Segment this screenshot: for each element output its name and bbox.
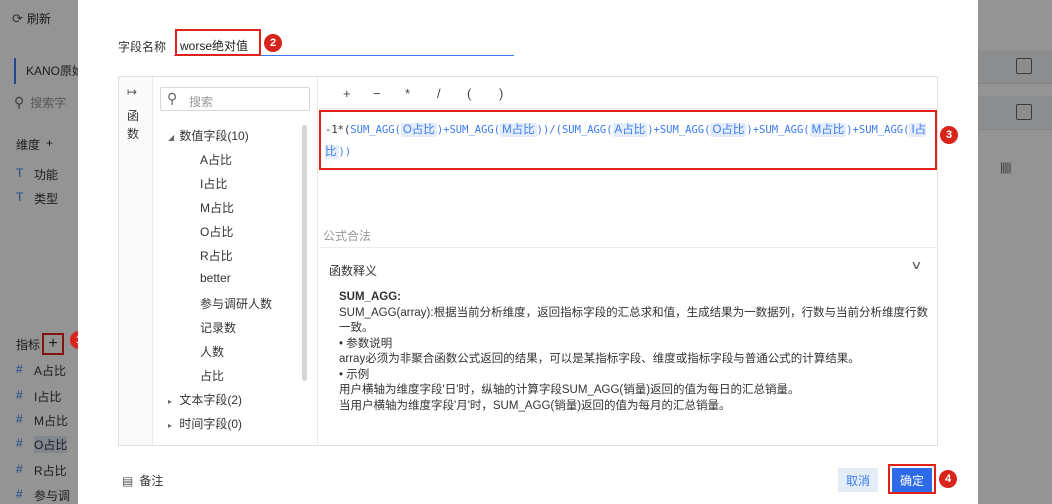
remark-button[interactable]: ▤ 备注 (122, 472, 163, 489)
function-label: 函数 (127, 109, 140, 141)
operator-multiply-button[interactable]: * (405, 86, 410, 101)
formula-editor: ↦ 函数 ⚲ 搜索 ◢ 数值字段(10) A占比 I占比 M占比 O占比 R占比… (118, 76, 938, 446)
tree-field-item[interactable]: 参与调研人数 (200, 295, 272, 312)
annotation-badge-3: 3 (940, 126, 958, 144)
explanation-title: 函数释义 (329, 264, 378, 278)
annotation-badge-2: 2 (264, 34, 282, 52)
tree-group-time[interactable]: ▸ 时间字段(0) (168, 415, 242, 432)
function-description: SUM_AGG(array):根据当前分析维度，返回指标字段的汇总求和值，生成结… (339, 306, 929, 335)
field-list-scrollbar[interactable] (302, 125, 307, 381)
caret-right-icon[interactable]: ▸ (168, 397, 176, 406)
tree-field-item[interactable]: 人数 (200, 343, 224, 360)
operator-plus-button[interactable]: + (343, 86, 351, 101)
search-icon: ⚲ (167, 90, 178, 106)
remark-label: 备注 (139, 474, 164, 488)
operator-rparen-button[interactable]: ) (499, 86, 503, 101)
field-name-value[interactable]: worse绝对值 (180, 37, 248, 54)
formula-text-segment: )+ (746, 124, 760, 136)
field-search-input[interactable]: ⚲ 搜索 (160, 87, 310, 111)
function-panel-toggle[interactable]: ↦ 函数 (119, 77, 153, 445)
operator-lparen-button[interactable]: ( (467, 86, 471, 101)
formula-field-token[interactable]: A占比 (612, 123, 648, 137)
formula-panel: + − * / ( ) -1*(SUM_AGG(O占比)+SUM_AGG(M占比… (319, 77, 937, 445)
example-line: 当用户横轴为维度字段'月'时，SUM_AGG(销量)返回的值为每月的汇总销量。 (339, 399, 731, 412)
tree-group-text[interactable]: ▸ 文本字段(2) (168, 391, 242, 408)
explanation-body: SUM_AGG: SUM_AGG(array):根据当前分析维度，返回指标字段的… (339, 290, 929, 414)
formula-text-segment: )) (338, 146, 352, 158)
tree-field-item[interactable]: 记录数 (200, 319, 236, 336)
tree-field-item[interactable]: 占比 (200, 367, 224, 384)
formula-field-token[interactable]: O占比 (400, 123, 437, 137)
param-title: • 参数说明 (339, 337, 393, 350)
expand-icon[interactable]: ↦ (127, 85, 137, 99)
confirm-button[interactable]: 确定 (892, 468, 932, 492)
formula-text-segment: SUM_AGG( (561, 124, 613, 136)
formula-status: 公式合法 (323, 229, 372, 243)
formula-text-segment: SUM_AGG( (659, 124, 711, 136)
example-line: 用户横轴为维度字段'日'时，纵轴的计算字段SUM_AGG(销量)返回的值为每日的… (339, 384, 800, 396)
tree-field-item[interactable]: better (200, 271, 231, 285)
calculated-field-dialog: 字段名称 worse绝对值 2 ↦ 函数 ⚲ 搜索 ◢ 数值字段(10) A占比… (78, 0, 978, 504)
param-description: array必须为非聚合函数公式返回的结果，可以是某指标字段、维度或指标字段与普通… (339, 353, 860, 365)
tree-group-numeric[interactable]: ◢ 数值字段(10) (168, 127, 249, 144)
tree-field-item[interactable]: M占比 (200, 199, 234, 216)
formula-input[interactable]: -1*(SUM_AGG(O占比)+SUM_AGG(M占比))/(SUM_AGG(… (325, 119, 935, 163)
formula-text-segment: )+ (436, 124, 450, 136)
chevron-down-icon[interactable]: ∨ (910, 258, 922, 272)
cancel-button[interactable]: 取消 (838, 468, 878, 492)
formula-text-segment: )+ (846, 124, 859, 136)
example-title: • 示例 (339, 368, 370, 381)
tree-field-item[interactable]: O占比 (200, 223, 233, 240)
function-name: SUM_AGG: (339, 291, 401, 303)
operator-divide-button[interactable]: / (437, 86, 441, 101)
tree-field-item[interactable]: R占比 (200, 247, 233, 264)
formula-text-segment: SUM_AGG( (858, 124, 910, 136)
formula-field-token[interactable]: M占比 (500, 123, 537, 137)
function-explanation: 函数释义 ∨ SUM_AGG: SUM_AGG(array):根据当前分析维度，… (319, 247, 937, 445)
field-list-panel: ⚲ 搜索 ◢ 数值字段(10) A占比 I占比 M占比 O占比 R占比 bett… (154, 77, 318, 445)
annotation-badge-4: 4 (939, 470, 957, 488)
operator-minus-button[interactable]: − (373, 86, 381, 101)
formula-field-token[interactable]: O占比 (710, 123, 747, 137)
caret-right-icon[interactable]: ▸ (168, 421, 176, 430)
tree-field-item[interactable]: A占比 (200, 151, 232, 168)
tree-field-item[interactable]: I占比 (200, 175, 227, 192)
formula-text-segment: )+ (647, 124, 660, 136)
formula-text-segment: SUM_AGG( (350, 124, 401, 136)
formula-text-segment: -1*( (325, 124, 351, 136)
formula-field-token[interactable]: M占比 (809, 123, 847, 137)
field-name-label: 字段名称 (118, 40, 167, 54)
operator-toolbar: + − * / ( ) (319, 77, 937, 109)
formula-text-segment: SUM_AGG( (759, 124, 810, 136)
search-placeholder: 搜索 (189, 95, 214, 109)
note-icon: ▤ (122, 473, 134, 488)
formula-text-segment: SUM_AGG( (449, 124, 501, 136)
formula-text-segment: ))/( (536, 124, 562, 136)
caret-down-icon[interactable]: ◢ (168, 133, 176, 142)
